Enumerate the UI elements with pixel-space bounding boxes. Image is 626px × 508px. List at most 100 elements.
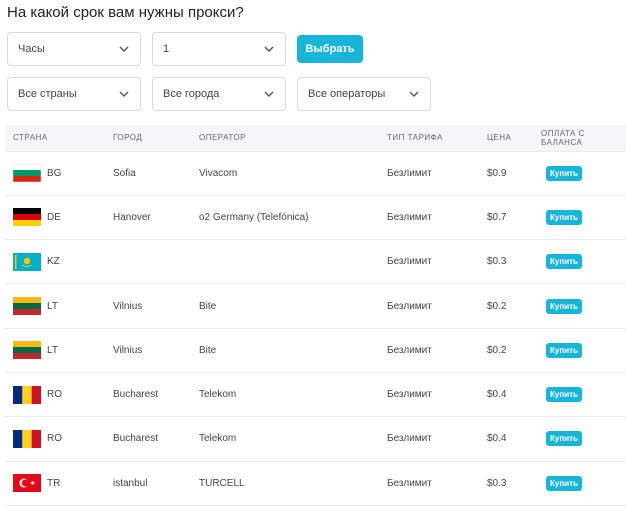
country-code: TR <box>47 477 61 489</box>
cell-buy: Купить <box>541 328 626 372</box>
table-row: RO Bucharest Telekom Безлимит $0.4 Купить <box>5 372 626 416</box>
country-code: LT <box>47 344 58 356</box>
cell-tariff: Безлимит <box>387 389 432 401</box>
table-row: TR istanbul TURCELL Безлимит $0.3 Купить <box>5 461 626 506</box>
flag-kz-icon <box>13 252 41 271</box>
select-button[interactable]: Выбрать <box>297 35 363 63</box>
operator-select-value: Все операторы <box>308 88 386 100</box>
table-row: LT Vilnius Bite Безлимит $0.2 Купить <box>5 283 626 328</box>
quantity-select-value: 1 <box>163 43 170 55</box>
country-code: RO <box>47 389 62 401</box>
flag-lt-icon <box>13 341 41 360</box>
cell-city: Sofia <box>113 167 136 179</box>
cell-city: Bucharest <box>113 389 159 401</box>
cell-price: $0.3 <box>487 256 507 268</box>
cell-operator: Bite <box>199 344 217 356</box>
buy-button[interactable]: Купить <box>546 431 582 447</box>
city-select-value: Все города <box>163 88 220 100</box>
cell-operator: Vivacom <box>199 167 238 179</box>
cell-country: TR <box>5 461 113 505</box>
cell-price: $0.4 <box>487 433 507 445</box>
cell-city: Hanover <box>113 211 151 223</box>
cell-price: $0.2 <box>487 300 507 312</box>
cell-city: Vilnius <box>113 300 143 312</box>
table-row: DE Hanover o2 Germany (Telefónica) Безлимит… <box>5 195 626 239</box>
country-code: DE <box>47 211 61 223</box>
chevron-down-icon <box>263 43 275 55</box>
buy-button[interactable]: Купить <box>546 165 582 181</box>
cell-operator: Telekom <box>199 433 237 445</box>
cell-country: LT <box>5 284 113 328</box>
header-price: ЦЕНА <box>487 133 512 143</box>
header-operator: ОПЕРАТОР <box>199 133 246 143</box>
cell-country: LT <box>5 328 113 372</box>
header-tariff: ТИП ТАРИФА <box>387 133 443 143</box>
header-city: ГОРОД <box>113 133 143 143</box>
header-balance: ОПЛАТА С БАЛАНСА <box>541 128 585 147</box>
cell-country: RO <box>5 417 113 461</box>
cell-tariff: Безлимит <box>387 344 432 356</box>
flag-tr-icon <box>13 474 41 493</box>
cell-buy: Купить <box>541 240 626 284</box>
cell-buy: Купить <box>541 151 626 195</box>
country-select[interactable]: Все страны <box>7 77 141 111</box>
duration-select[interactable]: Часы <box>7 32 141 66</box>
operator-select[interactable]: Все операторы <box>297 77 431 111</box>
country-code: BG <box>47 167 62 179</box>
proxy-table: СТРАНА ГОРОД ОПЕРАТОР ТИП ТАРИФА ЦЕНА ОП… <box>5 125 626 506</box>
cell-operator: o2 Germany (Telefónica) <box>199 211 309 223</box>
table-row: RO Bucharest Telekom Безлимит $0.4 Купить <box>5 416 626 461</box>
buy-button[interactable]: Купить <box>546 209 582 225</box>
table-row: BG Sofia Vivacom Безлимит $0.9 Купить <box>5 151 626 195</box>
cell-price: $0.3 <box>487 477 507 489</box>
cell-buy: Купить <box>541 417 626 461</box>
buy-button[interactable]: Купить <box>546 387 582 403</box>
cell-tariff: Безлимит <box>387 477 432 489</box>
buy-button[interactable]: Купить <box>546 342 582 358</box>
cell-price: $0.9 <box>487 167 507 179</box>
header-country: СТРАНА <box>13 133 48 143</box>
city-select[interactable]: Все города <box>152 77 286 111</box>
cell-price: $0.4 <box>487 389 507 401</box>
cell-tariff: Безлимит <box>387 211 432 223</box>
cell-price: $0.7 <box>487 211 507 223</box>
cell-price: $0.2 <box>487 344 507 356</box>
cell-buy: Купить <box>541 195 626 239</box>
cell-tariff: Безлимит <box>387 256 432 268</box>
flag-ro-icon <box>13 385 41 404</box>
country-select-value: Все страны <box>18 88 77 100</box>
flag-bg-icon <box>13 164 41 183</box>
flag-de-icon <box>13 208 41 227</box>
cell-country: KZ <box>5 240 113 284</box>
cell-buy: Купить <box>541 284 626 328</box>
duration-select-value: Часы <box>18 43 45 55</box>
country-code: LT <box>47 300 58 312</box>
country-code: KZ <box>47 256 60 268</box>
buy-button[interactable]: Купить <box>546 254 582 270</box>
cell-country: RO <box>5 372 113 416</box>
page-title: На какой срок вам нужны прокси? <box>7 4 244 21</box>
cell-operator: TURCELL <box>199 477 245 489</box>
quantity-select[interactable]: 1 <box>152 32 286 66</box>
cell-operator <box>199 240 387 284</box>
cell-buy: Купить <box>541 461 626 505</box>
cell-buy: Купить <box>541 372 626 416</box>
chevron-down-icon <box>118 43 130 55</box>
cell-tariff: Безлимит <box>387 433 432 445</box>
flag-lt-icon <box>13 297 41 316</box>
cell-city: Vilnius <box>113 344 143 356</box>
country-code: RO <box>47 433 62 445</box>
table-header-row: СТРАНА ГОРОД ОПЕРАТОР ТИП ТАРИФА ЦЕНА ОП… <box>5 125 626 151</box>
chevron-down-icon <box>408 88 420 100</box>
chevron-down-icon <box>263 88 275 100</box>
cell-city <box>113 240 199 284</box>
cell-tariff: Безлимит <box>387 300 432 312</box>
cell-country: DE <box>5 195 113 239</box>
cell-city: istanbul <box>113 477 148 489</box>
cell-tariff: Безлимит <box>387 167 432 179</box>
cell-operator: Telekom <box>199 389 237 401</box>
buy-button[interactable]: Купить <box>546 475 582 491</box>
buy-button[interactable]: Купить <box>546 298 582 314</box>
cell-country: BG <box>5 151 113 195</box>
table-row: KZ Безлимит $0.3 Купить <box>5 239 626 284</box>
